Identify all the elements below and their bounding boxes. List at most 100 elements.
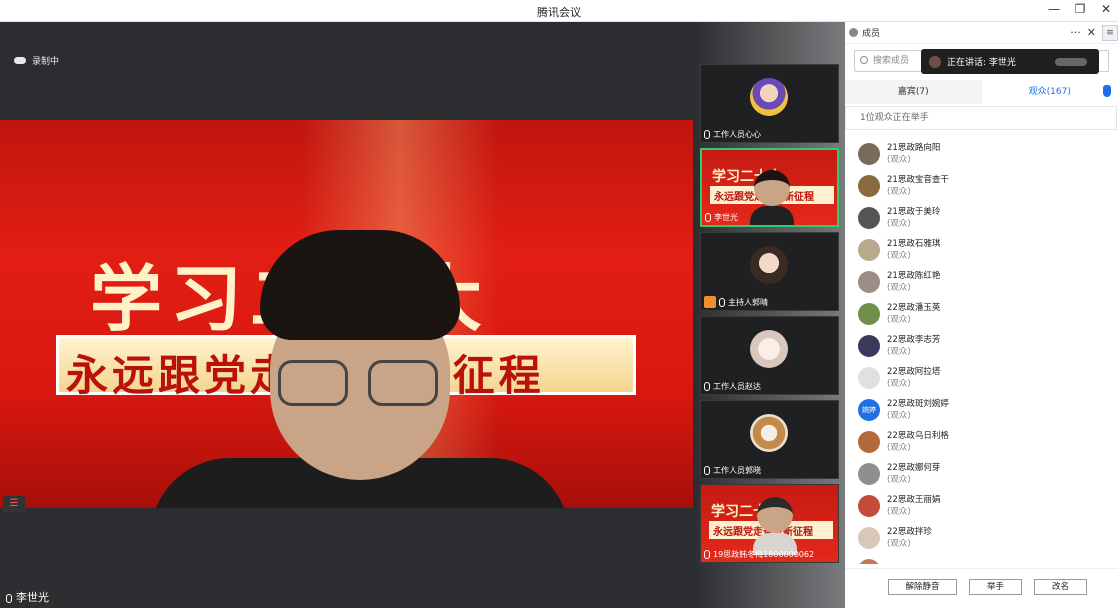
tile-name: 主持人郭晴 xyxy=(728,297,768,307)
member-role: (观众) xyxy=(887,187,911,197)
mic-icon xyxy=(704,550,710,559)
tile-name: 工作人员郭晓 xyxy=(713,466,761,475)
list-item[interactable]: 22思政孟鑫淼 xyxy=(858,554,1108,564)
member-name: 22思政乌日利格 xyxy=(887,431,949,441)
video-tile[interactable]: 工作人员郭晓 xyxy=(700,400,839,479)
raise-hand-notice[interactable]: 1位观众正在举手 xyxy=(845,106,1117,130)
unmute-button[interactable]: 解除静音 xyxy=(888,579,957,595)
more-icon[interactable]: ··· xyxy=(1070,26,1081,39)
search-icon xyxy=(860,56,868,64)
avatar xyxy=(858,559,880,564)
avatar xyxy=(929,55,941,68)
tab-guests[interactable]: 嘉宾(7) xyxy=(845,80,982,104)
list-item[interactable]: 21思政路向阳 (观众) xyxy=(858,138,1108,170)
member-name: 21思政于美玲 xyxy=(887,207,941,217)
list-item[interactable]: 22思政李志芳 (观众) xyxy=(858,330,1108,362)
tile-name: 19思政韩冬梅1800000062 xyxy=(713,550,815,559)
member-role: (观众) xyxy=(887,155,911,165)
member-role: (观众) xyxy=(887,219,911,229)
speaker-figure xyxy=(150,230,570,508)
main-stage: 录制中 学习二十大 永远跟党走 奋进新征程 ☰ 李世光 xyxy=(0,22,693,608)
main-video[interactable]: 学习二十大 永远跟党走 奋进新征程 xyxy=(0,120,693,508)
list-item[interactable]: 婉婷 22思政斑刘婉婷 (观众) xyxy=(858,394,1108,426)
member-name: 21思政石雅琪 xyxy=(887,239,941,249)
avatar xyxy=(750,246,788,284)
window-title: 腾讯会议 xyxy=(537,6,581,19)
member-name: 22思政潘玉英 xyxy=(887,303,941,313)
video-tile[interactable]: 工作人员赵达 xyxy=(700,316,839,395)
recording-label: 录制中 xyxy=(32,57,60,67)
tile-name: 李世光 xyxy=(714,213,738,222)
member-role: (观众) xyxy=(887,347,911,357)
list-item[interactable]: 22思政娜何芽 (观众) xyxy=(858,458,1108,490)
member-role: (观众) xyxy=(887,251,911,261)
mic-icon xyxy=(704,382,710,391)
avatar xyxy=(858,143,880,165)
minimize-icon[interactable]: — xyxy=(1048,2,1060,16)
raise-hand-icon[interactable] xyxy=(1103,85,1111,97)
panel-header: 成员 ··· ✕ ≡ xyxy=(845,22,1118,44)
avatar xyxy=(858,431,880,453)
host-icon xyxy=(704,296,716,308)
list-item[interactable]: 21思政宝音查干 (观众) xyxy=(858,170,1108,202)
raise-hand-button[interactable]: 举手 xyxy=(969,579,1022,595)
avatar xyxy=(858,207,880,229)
member-role: (观众) xyxy=(887,283,911,293)
avatar xyxy=(858,463,880,485)
audio-wave-icon xyxy=(1055,57,1087,66)
mic-icon xyxy=(704,130,710,139)
video-tile[interactable]: 工作人员心心 xyxy=(700,64,839,143)
member-role: (观众) xyxy=(887,411,911,421)
member-name: 22思政阿拉塔 xyxy=(887,367,941,377)
video-tile-active[interactable]: 学习二十大 永远跟党走奋进新征程 李世光 xyxy=(700,148,839,227)
member-role: (观众) xyxy=(887,315,911,325)
members-panel: 成员 ··· ✕ ≡ 搜索成员 正在讲话: 李世光 嘉宾(7) 观众(167) … xyxy=(845,22,1118,608)
menu-icon[interactable]: ≡ xyxy=(1102,24,1118,41)
video-tile[interactable]: 主持人郭晴 xyxy=(700,232,839,311)
member-tabs: 嘉宾(7) 观众(167) xyxy=(845,80,1118,104)
speaker-thumbnail xyxy=(750,170,794,225)
restore-icon[interactable]: ❐ xyxy=(1074,2,1086,16)
list-item[interactable]: 21思政陈红艳 (观众) xyxy=(858,266,1108,298)
member-name: 22思政李志芳 xyxy=(887,335,941,345)
close-icon[interactable]: ✕ xyxy=(1100,2,1112,16)
member-role: (观众) xyxy=(887,539,911,549)
title-bar: 腾讯会议 — ❐ ✕ xyxy=(0,0,1118,22)
list-item[interactable]: 22思政拌珍 (观众) xyxy=(858,522,1108,554)
member-name: 21思政路向阳 xyxy=(887,143,941,153)
member-name: 22思政王丽娟 xyxy=(887,495,941,505)
mic-icon xyxy=(6,593,12,603)
speaker-name: 李世光 xyxy=(16,591,49,604)
video-tile[interactable]: 学习二十大 永远跟党走奋进新征程 19思政韩冬梅1800000062 xyxy=(700,484,839,563)
avatar xyxy=(858,175,880,197)
list-item[interactable]: 22思政潘玉英 (观众) xyxy=(858,298,1108,330)
mic-icon xyxy=(704,466,710,475)
member-role: (观众) xyxy=(887,507,911,517)
avatar xyxy=(858,303,880,325)
list-item[interactable]: 22思政阿拉塔 (观众) xyxy=(858,362,1108,394)
list-menu-icon[interactable]: ☰ xyxy=(3,496,25,512)
member-role: (观众) xyxy=(887,379,911,389)
panel-title: 成员 xyxy=(862,29,881,39)
speaker-label: 李世光 xyxy=(0,588,55,608)
avatar xyxy=(750,330,788,368)
member-role: (观众) xyxy=(887,443,911,453)
avatar xyxy=(858,527,880,549)
avatar xyxy=(858,239,880,261)
list-item[interactable]: 21思政石雅琪 (观众) xyxy=(858,234,1108,266)
recording-indicator[interactable]: 录制中 xyxy=(14,54,59,67)
member-name: 22思政拌珍 xyxy=(887,527,932,537)
user-icon xyxy=(849,28,858,37)
list-item[interactable]: 22思政乌日利格 (观众) xyxy=(858,426,1108,458)
member-name: 21思政宝音查干 xyxy=(887,175,949,185)
list-item[interactable]: 22思政王丽娟 (观众) xyxy=(858,490,1108,522)
mic-icon xyxy=(719,297,725,307)
avatar xyxy=(750,78,788,116)
close-icon[interactable]: ✕ xyxy=(1087,26,1096,39)
list-item[interactable]: 21思政于美玲 (观众) xyxy=(858,202,1108,234)
tile-name: 工作人员赵达 xyxy=(713,382,761,391)
cloud-icon xyxy=(14,57,26,64)
tab-audience[interactable]: 观众(167) xyxy=(982,80,1118,104)
rename-button[interactable]: 改名 xyxy=(1034,579,1087,595)
action-bar: 解除静音 举手 改名 xyxy=(845,568,1118,608)
